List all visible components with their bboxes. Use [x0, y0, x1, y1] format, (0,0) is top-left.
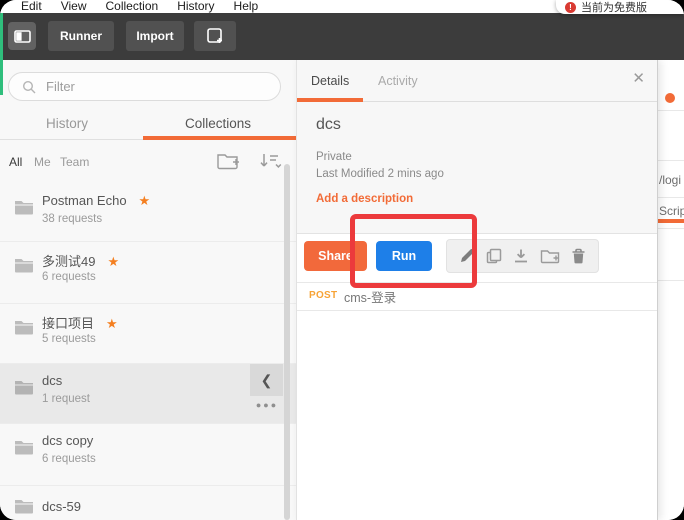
alert-icon: ! [565, 1, 576, 13]
folder-icon [14, 379, 34, 395]
active-tab-underline [297, 98, 363, 102]
search-icon [22, 80, 36, 94]
close-icon[interactable]: ✕ [632, 71, 645, 86]
menu-help[interactable]: Help [234, 0, 259, 13]
filter-search-box[interactable] [8, 72, 281, 101]
screen-edge-accent [0, 13, 3, 95]
scope-filter-row: All Me Team [0, 146, 296, 180]
background-tab-fragment: Scrip [659, 204, 684, 218]
collection-row-dcs-copy[interactable]: dcs copy 6 requests [0, 424, 296, 486]
collection-request-count: 6 requests [42, 271, 96, 283]
runner-button[interactable]: Runner [48, 21, 114, 51]
add-folder-icon[interactable] [540, 248, 560, 264]
collection-name: 接口项目 [42, 316, 95, 331]
star-icon[interactable]: ★ [139, 193, 151, 208]
filter-input[interactable] [44, 78, 248, 95]
collection-name: 多测试49 [42, 254, 96, 269]
unsaved-dot-icon [665, 93, 675, 103]
tab-details[interactable]: Details [311, 74, 349, 88]
menu-view[interactable]: View [61, 0, 87, 13]
last-modified-label: Last Modified 2 mins ago [316, 168, 444, 180]
background-tab-underline [658, 219, 684, 223]
collection-request-count: 1 request [42, 393, 90, 405]
collection-name: dcs [42, 373, 63, 388]
collection-name: Postman Echo [42, 193, 127, 208]
active-tab-underline [143, 136, 296, 140]
request-name[interactable]: cms-登录 [344, 287, 396, 306]
sidebar-toggle-button[interactable] [8, 22, 36, 50]
menu-history[interactable]: History [177, 0, 214, 13]
star-icon[interactable]: ★ [107, 254, 119, 269]
scope-me[interactable]: Me [34, 155, 51, 169]
collection-title: dcs [316, 116, 341, 133]
new-tab-icon [206, 27, 224, 45]
tab-history[interactable]: History [20, 116, 114, 131]
background-window-strip: /logi Scrip [658, 60, 684, 520]
menu-collection[interactable]: Collection [105, 0, 158, 13]
postman-window: Edit View Collection History Help ! 当前为免… [0, 0, 684, 520]
new-collection-icon[interactable] [216, 151, 240, 171]
collection-row-jiekouxiangmu[interactable]: 接口项目 ★ 5 requests [0, 304, 296, 364]
menu-edit[interactable]: Edit [21, 0, 42, 13]
main-toolbar: Runner Import [0, 13, 684, 60]
runner-label: Runner [60, 29, 102, 43]
collection-row-dcs-59[interactable]: dcs-59 [0, 486, 296, 520]
annotation-highlight-box [350, 214, 477, 288]
scope-team[interactable]: Team [60, 155, 89, 169]
star-icon[interactable]: ★ [106, 316, 118, 331]
folder-icon [14, 319, 34, 335]
delete-trash-icon[interactable] [571, 248, 586, 264]
import-button[interactable]: Import [126, 21, 184, 51]
collection-name: dcs copy [42, 433, 94, 448]
tab-collections[interactable]: Collections [148, 116, 288, 131]
collection-details-panel: Details Activity ✕ dcs Private Last Modi… [296, 60, 658, 520]
ellipsis-icon: ●●● [255, 400, 279, 410]
sidebar-tabs: History Collections [0, 112, 296, 140]
duplicate-icon[interactable] [486, 248, 502, 264]
collection-request-count: 6 requests [42, 453, 96, 465]
background-url-fragment: /logi [659, 173, 682, 187]
collection-request-count: 38 requests [42, 213, 103, 225]
request-method-badge: POST [309, 290, 338, 301]
scope-all[interactable]: All [9, 155, 22, 169]
chevron-left-icon: ❮ [260, 371, 273, 388]
folder-icon [14, 257, 34, 273]
sidebar: History Collections All Me Team [0, 60, 296, 520]
visibility-label: Private [316, 151, 352, 163]
collapse-panel-button[interactable]: ❮ [250, 364, 283, 396]
sidebar-scrollbar[interactable] [284, 164, 290, 520]
new-tab-button[interactable] [194, 21, 236, 51]
collection-request-count: 5 requests [42, 333, 96, 345]
collection-row-postman-echo[interactable]: Postman Echo ★ 38 requests [0, 184, 296, 242]
panel-tabs: Details Activity ✕ [297, 60, 657, 102]
tab-activity[interactable]: Activity [378, 74, 418, 88]
folder-icon [14, 199, 34, 215]
free-plan-notification[interactable]: ! 当前为免费版 [556, 0, 684, 14]
folder-icon [14, 498, 34, 514]
import-label: Import [136, 29, 174, 43]
collections-list: Postman Echo ★ 38 requests 多测试49 ★ 6 reque… [0, 184, 296, 520]
collection-menu-button[interactable]: ●●● [251, 400, 283, 410]
sidebar-toggle-icon [13, 29, 31, 43]
folder-icon [14, 439, 34, 455]
download-icon[interactable] [513, 248, 529, 264]
share-label: Share [318, 249, 353, 263]
notification-text: 当前为免费版 [581, 2, 647, 14]
sort-icon[interactable] [258, 152, 282, 170]
collection-row-duoceshi49[interactable]: 多测试49 ★ 6 requests [0, 242, 296, 304]
collection-row-dcs[interactable]: dcs 1 request ❮ ●●● [0, 364, 296, 424]
add-description-link[interactable]: Add a description [316, 193, 413, 205]
divider [297, 310, 657, 311]
collection-name: dcs-59 [42, 499, 82, 514]
